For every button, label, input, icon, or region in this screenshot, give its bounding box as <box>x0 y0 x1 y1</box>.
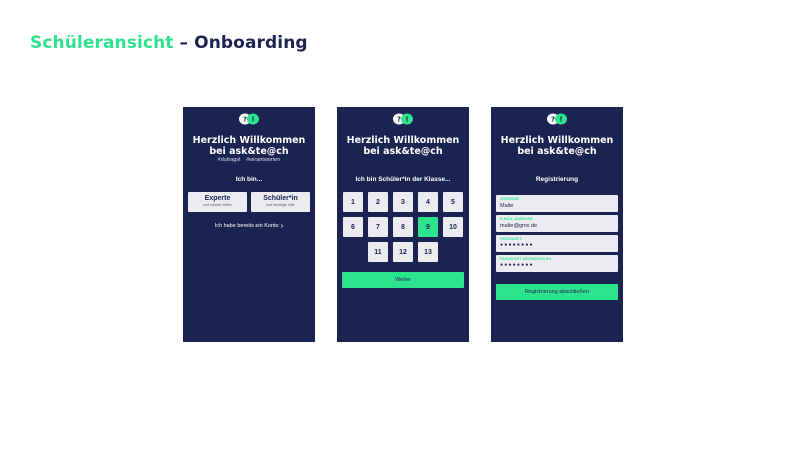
next-button[interactable]: Weiter <box>342 272 464 288</box>
expert-button-title: Experte <box>204 195 231 202</box>
page-title-rest: – Onboarding <box>179 33 308 53</box>
speech-bubbles-logo-icon: ? ! <box>239 113 259 125</box>
welcome-line-2: bei ask&te@ch <box>363 146 443 157</box>
page-title-accent: Schüleransicht <box>30 33 174 53</box>
registration-heading: Registrierung <box>535 176 579 183</box>
expert-button-subtitle: und möchte helfen <box>203 203 232 207</box>
svg-text:!: ! <box>251 116 254 124</box>
grade-button-6[interactable]: 6 <box>343 217 363 237</box>
first-name-label: VORNAME <box>500 197 520 201</box>
first-name-value: Malte <box>500 202 514 209</box>
welcome-heading: Herzlich Willkommen bei ask&te@ch <box>491 135 623 157</box>
student-button-subtitle: und benötige Hilfe <box>266 203 295 207</box>
password-value: ●●●●●●●● <box>500 242 534 248</box>
welcome-line-1: Herzlich Willkommen <box>500 135 614 146</box>
grade-button-1[interactable]: 1 <box>343 192 363 212</box>
email-field[interactable]: E-MAIL-ADRESSE malte@gmx.de <box>496 215 618 232</box>
welcome-line-2: bei ask&te@ch <box>517 146 597 157</box>
grade-button-13[interactable]: 13 <box>418 242 438 262</box>
password-repeat-field[interactable]: PASSWORT WIEDERHOLEN ●●●●●●●● <box>496 255 618 272</box>
speech-bubbles-logo-icon: ? ! <box>393 113 413 125</box>
svg-text:!: ! <box>559 116 562 124</box>
password-repeat-label: PASSWORT WIEDERHOLEN <box>500 257 552 261</box>
student-button[interactable]: Schüler*in und benötige Hilfe <box>251 192 310 212</box>
existing-account-label: Ich habe bereits ein Konto <box>214 223 279 229</box>
hashtag: #wirantworten <box>246 157 281 163</box>
role-prompt: Ich bin... <box>235 176 263 183</box>
welcome-line-1: Herzlich Willkommen <box>192 135 306 146</box>
grade-button-10[interactable]: 10 <box>443 217 463 237</box>
speech-bubbles-logo-icon: ? ! <box>547 113 567 125</box>
welcome-line-1: Herzlich Willkommen <box>346 135 460 146</box>
page-title: Schüleransicht – Onboarding <box>30 33 308 53</box>
grade-button-12[interactable]: 12 <box>393 242 413 262</box>
student-button-title: Schüler*in <box>263 195 298 202</box>
svg-text:!: ! <box>405 116 408 124</box>
password-label: PASSWORT <box>500 237 522 241</box>
grade-button-7[interactable]: 7 <box>368 217 388 237</box>
grade-button-5[interactable]: 5 <box>443 192 463 212</box>
grade-prompt: Ich bin Schüler*in der Klasse... <box>355 176 451 183</box>
grade-button-2[interactable]: 2 <box>368 192 388 212</box>
chevron-right-icon: › <box>280 221 284 230</box>
grade-button-4[interactable]: 4 <box>418 192 438 212</box>
grade-button-8[interactable]: 8 <box>393 217 413 237</box>
password-repeat-value: ●●●●●●●● <box>500 262 534 268</box>
grade-button-9-selected[interactable]: 9 <box>418 217 438 237</box>
password-field[interactable]: PASSWORT ●●●●●●●● <box>496 235 618 252</box>
complete-registration-button[interactable]: Registrierung abschließen <box>496 284 618 300</box>
grade-button-11[interactable]: 11 <box>368 242 388 262</box>
svg-text:?: ? <box>243 116 247 124</box>
email-value: malte@gmx.de <box>500 222 538 229</box>
svg-text:?: ? <box>397 116 401 124</box>
expert-button[interactable]: Experte und möchte helfen <box>188 192 247 212</box>
welcome-line-2: bei ask&te@ch <box>209 146 289 157</box>
phone-screen-grade-select: ? ! Herzlich Willkommen bei ask&te@ch Ic… <box>337 107 469 342</box>
hashtags: #dufragst #wirantworten <box>183 157 315 163</box>
phone-screen-role-select: ? ! Herzlich Willkommen bei ask&te@ch #d… <box>183 107 315 342</box>
grade-button-3[interactable]: 3 <box>393 192 413 212</box>
svg-text:?: ? <box>551 116 555 124</box>
first-name-field[interactable]: VORNAME Malte <box>496 195 618 212</box>
email-label: E-MAIL-ADRESSE <box>500 217 533 221</box>
phone-screen-registration: ? ! Herzlich Willkommen bei ask&te@ch Re… <box>491 107 623 342</box>
welcome-heading: Herzlich Willkommen bei ask&te@ch <box>337 135 469 157</box>
existing-account-link[interactable]: Ich habe bereits ein Konto › <box>183 221 315 230</box>
welcome-heading: Herzlich Willkommen bei ask&te@ch <box>183 135 315 157</box>
hashtag: #dufragst <box>217 157 241 163</box>
